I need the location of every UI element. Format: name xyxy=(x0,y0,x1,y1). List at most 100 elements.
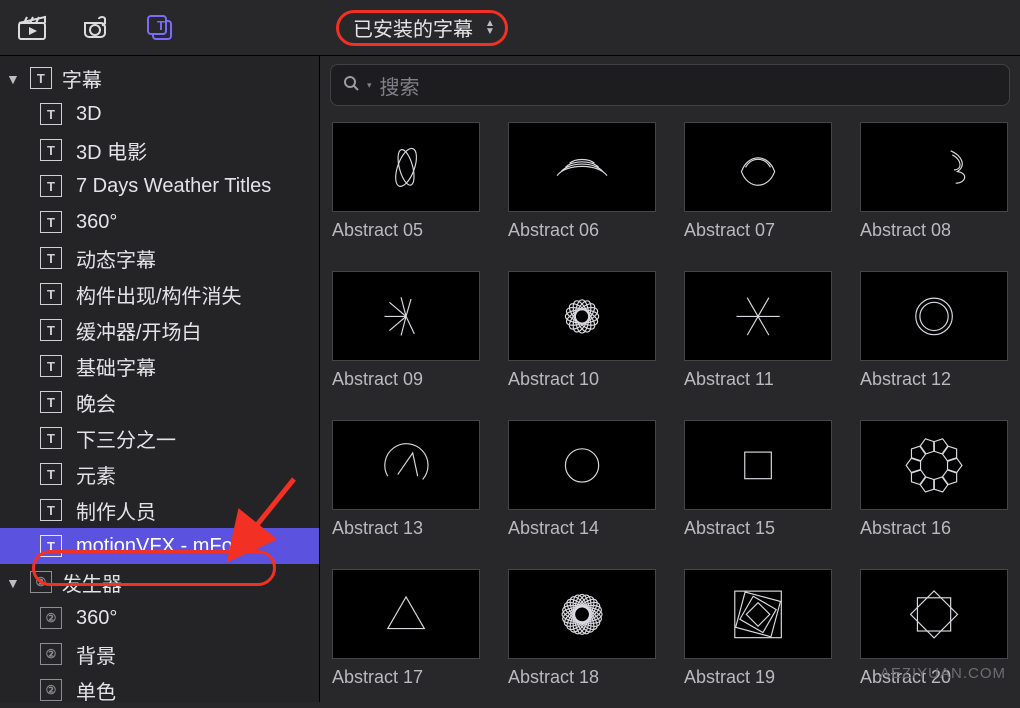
title-item-icon: T xyxy=(40,535,62,557)
clapper-icon[interactable] xyxy=(14,10,50,46)
tree-group-titles: ▼ T 字幕 T 3D T 3D 电影 T 7 Days Weather Titles T3… xyxy=(0,60,319,564)
tile-thumbnail xyxy=(332,122,480,212)
generator-item-icon: ② xyxy=(40,643,62,665)
sidebar-item[interactable]: T元素 xyxy=(0,456,319,492)
tile-label: Abstract 05 xyxy=(332,220,480,241)
up-down-chevron-icon: ▲▼ xyxy=(485,20,495,36)
sidebar-item[interactable]: ② 背景 xyxy=(0,636,319,672)
title-item-icon: T xyxy=(40,427,62,449)
disclosure-triangle-icon: ▼ xyxy=(6,575,20,591)
sidebar-item-label: 7 Days Weather Titles xyxy=(76,175,271,198)
search-chevron-icon: ▾ xyxy=(367,80,372,91)
tree-header-titles[interactable]: ▼ T 字幕 xyxy=(0,60,319,96)
sidebar-item-label: 下三分之一 xyxy=(76,424,176,453)
sidebar-item-label: 单色 xyxy=(76,676,116,705)
tile[interactable]: Abstract 05 xyxy=(332,122,480,255)
tile[interactable]: Abstract 17 xyxy=(332,569,480,702)
sidebar-item-label: 缓冲器/开场白 xyxy=(76,316,202,345)
tile[interactable]: Abstract 12 xyxy=(860,271,1008,404)
tile-thumbnail xyxy=(508,569,656,659)
tile-thumbnail xyxy=(508,122,656,212)
tile[interactable]: Abstract 18 xyxy=(508,569,656,702)
tile-thumbnail xyxy=(684,122,832,212)
generator-item-icon: ② xyxy=(40,607,62,629)
sidebar-item-label: 3D 电影 xyxy=(76,136,147,165)
tile-thumbnail xyxy=(508,420,656,510)
tile-thumbnail xyxy=(860,271,1008,361)
tile[interactable]: Abstract 09 xyxy=(332,271,480,404)
tile-label: Abstract 15 xyxy=(684,518,832,539)
tile[interactable]: Abstract 15 xyxy=(684,420,832,553)
title-item-icon: T xyxy=(40,499,62,521)
tile-label: Abstract 19 xyxy=(684,667,832,688)
tile-label: Abstract 09 xyxy=(332,369,480,390)
tile-thumbnail xyxy=(684,420,832,510)
tile[interactable]: Abstract 10 xyxy=(508,271,656,404)
tile[interactable]: Abstract 16 xyxy=(860,420,1008,553)
sidebar-item[interactable]: T360° xyxy=(0,204,319,240)
sidebar-item-label: 元素 xyxy=(76,460,116,489)
disclosure-triangle-icon: ▼ xyxy=(6,71,20,87)
sidebar-item[interactable]: T 3D xyxy=(0,96,319,132)
sidebar-item-label: 制作人员 xyxy=(76,496,156,525)
sidebar-item[interactable]: T基础字幕 xyxy=(0,348,319,384)
sidebar-item-label: 360° xyxy=(76,607,117,630)
tile-label: Abstract 16 xyxy=(860,518,1008,539)
sidebar-item-label: 晚会 xyxy=(76,388,116,417)
tile-label: Abstract 14 xyxy=(508,518,656,539)
sidebar-item-label: 背景 xyxy=(76,640,116,669)
dropdown-label: 已安装的字幕 xyxy=(353,13,473,42)
tile-thumbnail xyxy=(860,122,1008,212)
tile-thumbnail xyxy=(684,569,832,659)
sidebar-item[interactable]: T 晚会 xyxy=(0,384,319,420)
sidebar-item[interactable]: T缓冲器/开场白 xyxy=(0,312,319,348)
tile-thumbnail xyxy=(860,569,1008,659)
tile-label: Abstract 13 xyxy=(332,518,480,539)
title-item-icon: T xyxy=(40,103,62,125)
tile[interactable]: Abstract 11 xyxy=(684,271,832,404)
sidebar-item[interactable]: T 制作人员 xyxy=(0,492,319,528)
search-field[interactable]: ▾ 搜索 xyxy=(330,64,1010,106)
sidebar-item-label: 构件出现/构件消失 xyxy=(76,280,242,309)
sidebar-item[interactable]: TmotionVFX - mForm xyxy=(0,528,319,564)
sidebar-item[interactable]: ②单色 xyxy=(0,672,319,708)
title-item-icon: T xyxy=(40,391,62,413)
sidebar-item[interactable]: T 下三分之一 xyxy=(0,420,319,456)
sidebar-item[interactable]: T 构件出现/构件消失 xyxy=(0,276,319,312)
title-category-icon: T xyxy=(30,67,52,89)
tree-header-generators[interactable]: ▼ ② 发生器 xyxy=(0,564,319,600)
tile[interactable]: Abstract 19 xyxy=(684,569,832,702)
title-item-icon: T xyxy=(40,175,62,197)
top-toolbar: T 已安装的字幕 ▲▼ xyxy=(0,0,1020,56)
tile[interactable]: Abstract 07 xyxy=(684,122,832,255)
sidebar-item-label: 基础字幕 xyxy=(76,352,156,381)
tree-header-label: 发生器 xyxy=(62,568,122,597)
tile[interactable]: Abstract 13 xyxy=(332,420,480,553)
category-sidebar: ▼ T 字幕 T3DT3D 电影T7 Days Weather TitlesT3… xyxy=(0,56,320,702)
tile-label: Abstract 11 xyxy=(684,369,832,390)
sidebar-item-label: 3D xyxy=(76,103,102,126)
tile-thumbnail xyxy=(332,569,480,659)
tile-label: Abstract 12 xyxy=(860,369,1008,390)
titles-grid: Abstract 05Abstract 06Abstract 07Abstrac… xyxy=(320,116,1020,702)
music-camera-icon[interactable] xyxy=(78,10,114,46)
sidebar-item[interactable]: T动态字幕 xyxy=(0,240,319,276)
tile-thumbnail xyxy=(508,271,656,361)
title-item-icon: T xyxy=(40,139,62,161)
tile[interactable]: Abstract 14 xyxy=(508,420,656,553)
titles-scope-dropdown[interactable]: 已安装的字幕 ▲▼ xyxy=(336,10,508,46)
tile[interactable]: Abstract 06 xyxy=(508,122,656,255)
titles-icon[interactable]: T xyxy=(142,10,178,46)
sidebar-item[interactable]: ② 360° xyxy=(0,600,319,636)
title-item-icon: T xyxy=(40,283,62,305)
tile[interactable]: Abstract 08 xyxy=(860,122,1008,255)
sidebar-item[interactable]: T 7 Days Weather Titles xyxy=(0,168,319,204)
sidebar-item[interactable]: T 3D 电影 xyxy=(0,132,319,168)
tile-label: Abstract 18 xyxy=(508,667,656,688)
search-icon xyxy=(343,75,359,96)
tree-group-generators: ▼ ② 发生器 ②360°②背景②单色 xyxy=(0,564,319,708)
tile[interactable]: Abstract 20 xyxy=(860,569,1008,702)
svg-text:T: T xyxy=(157,18,165,33)
generator-category-icon: ② xyxy=(30,571,52,593)
title-item-icon: T xyxy=(40,247,62,269)
